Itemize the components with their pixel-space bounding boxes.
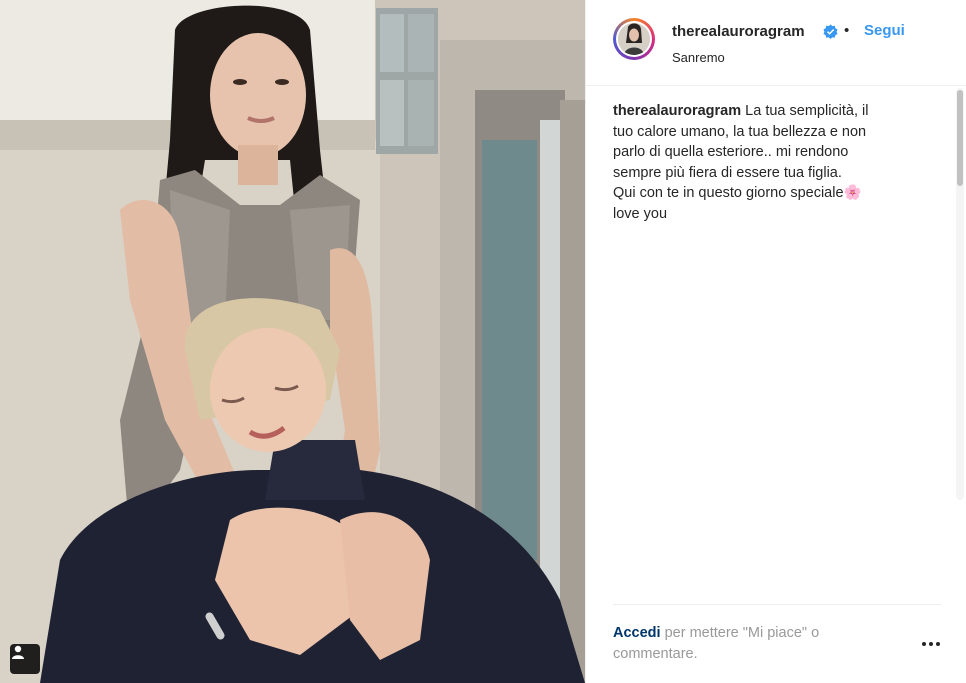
photo-illustration — [0, 0, 585, 683]
caption-username[interactable]: therealauroragram — [613, 103, 741, 119]
comments-scrollbar[interactable] — [956, 88, 964, 500]
post-photo[interactable] — [0, 0, 585, 683]
post-header: therealauroragram • Segui Sanremo — [586, 0, 966, 86]
avatar[interactable] — [613, 18, 655, 60]
username[interactable]: therealauroragram — [672, 23, 805, 40]
follow-button[interactable]: Segui — [864, 22, 905, 39]
login-prompt: Accedi per mettere "Mi piace" o commenta… — [613, 623, 903, 665]
caption-line: sempre più fiera di essere tua figlia. — [613, 164, 842, 181]
caption-line: parlo di quella esteriore.. mi rendono — [613, 144, 849, 160]
caption-line: tuo calore umano, la tua bellezza e non — [613, 123, 867, 140]
person-tag-icon[interactable] — [10, 644, 40, 674]
caption-line: Qui con te in questo giorno speciale🌸 — [613, 185, 862, 201]
scrollbar-thumb[interactable] — [957, 90, 963, 186]
login-link[interactable]: Accedi — [613, 625, 661, 641]
separator-dot: • — [844, 22, 850, 39]
verified-badge-icon — [823, 24, 838, 39]
post-caption: therealauroragram La tua semplicità, il … — [613, 101, 925, 224]
caption-line: love you — [613, 205, 668, 222]
caption-line: La tua semplicità, il — [745, 103, 869, 119]
post-sidebar: therealauroragram • Segui Sanremo therea… — [585, 0, 966, 683]
login-prompt-text-2: commentare. — [613, 646, 698, 662]
more-options-icon[interactable] — [922, 640, 940, 648]
location-link[interactable]: Sanremo — [672, 50, 725, 65]
login-prompt-text: per mettere "Mi piace" o — [660, 625, 820, 641]
footer-divider — [613, 604, 941, 605]
